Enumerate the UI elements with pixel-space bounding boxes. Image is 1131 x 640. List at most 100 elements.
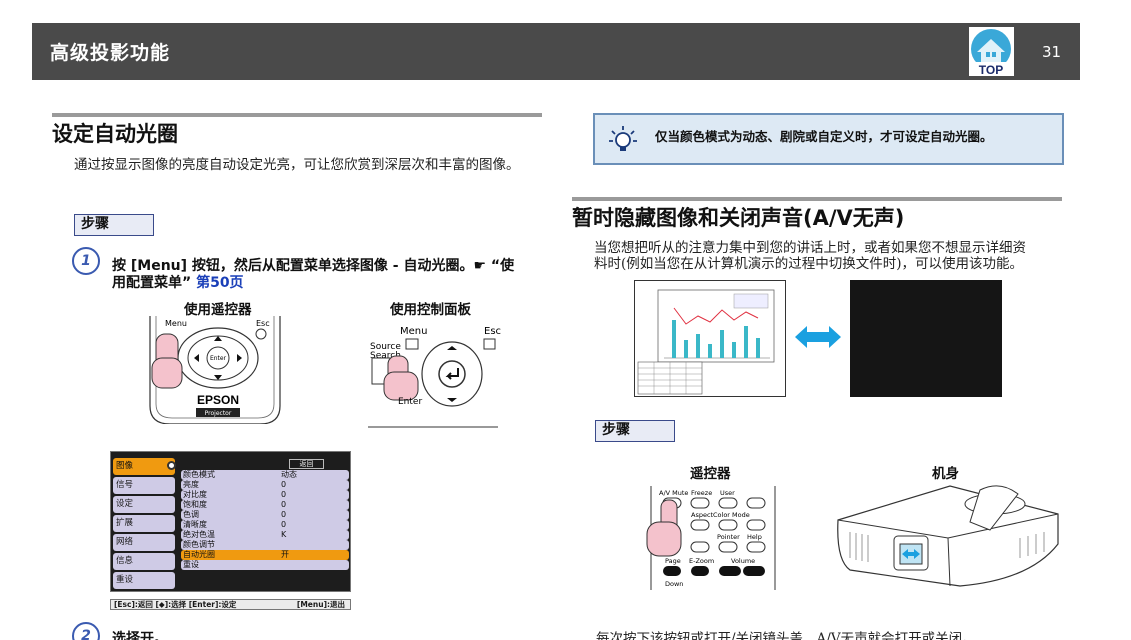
menu-tab-signal[interactable]: 信号 [113,477,175,494]
auto-iris-intro: 通过按显示图像的亮度自动设定光亮，可让您欣赏到深层次和丰富的图像。 [74,157,520,173]
page-header: 高级投影功能 TOP 31 [32,23,1080,80]
menu-row-value: K [281,530,287,539]
menu-row-label: 饱和度 [183,500,207,509]
control-panel-illustration: Menu Esc Source Search Enter [368,326,501,428]
panel-menu-text: Menu [400,326,427,337]
pointer-key-label: Pointer [717,533,740,541]
menu-row-label: 颜色调节 [183,540,215,549]
top-label: TOP [979,63,1003,76]
menu-row-label: 颜色模式 [183,470,215,479]
panel-enter-text: Enter [398,397,422,407]
menu-tab-network[interactable]: 网络 [113,534,175,551]
menu-footer-exit: [Menu]:退出 [296,600,345,609]
menu-row[interactable]: 色调 0 [181,510,349,520]
note-text: 仅当颜色模式为动态、剧院或自定义时，才可设定自动光圈。 [655,129,993,144]
menu-return-button[interactable]: 返回 [289,459,324,469]
menu-footer: [Esc]:返回 [◆]:选择 [Enter]:设定 [Menu]:退出 [110,599,351,610]
menu-row-value: 0 [281,490,287,499]
menu-row-label: 重设 [183,560,199,569]
section-title: 高级投影功能 [50,42,171,64]
menu-row-label: 对比度 [183,490,207,499]
panel-esc-text: Esc [484,326,501,337]
menu-row-label: 自动光圈 [183,550,215,559]
menu-row-label: 色调 [183,510,199,519]
menu-tab-label: 网络 [116,537,134,547]
menu-row-value: 0 [281,520,287,529]
menu-tab-image[interactable]: 图像 [113,458,175,475]
steps-label: 步骤 [74,214,154,236]
menu-tab-settings[interactable]: 设定 [113,496,175,513]
steps-label: 步骤 [595,420,675,442]
freeze-key-label: Freeze [691,489,712,497]
remote-esc-text: Esc [256,319,270,328]
projector-model: Projector [205,410,232,417]
remote-label: 遥控器 [690,466,731,482]
menu-row[interactable]: 颜色调节 [181,540,349,550]
menu-tab-label: 图像 [116,461,134,471]
menu-tab-label: 信号 [116,480,134,490]
double-arrow-icon [795,326,841,348]
home-icon: TOP [969,29,1014,76]
av-mute-heading: 暂时隐藏图像和关闭声音(A/V无声) [572,206,905,230]
menu-tab-label: 设定 [116,499,134,509]
configuration-menu: 图像 信号 设定 扩展 网络 信息 重设 返回 颜色模式 动态 亮度 0 对比度 0 饱和度… [110,451,351,592]
down-key-label: Down [665,580,683,588]
blank-screen [850,280,1002,397]
presentation-slide-illustration [634,280,786,397]
page-key-label: Page [665,557,681,565]
av-mute-intro-line2: 料时(例如当您在从计算机演示的过程中切换文件时)，可以使用该功能。 [594,256,1024,272]
page-number: 31 [1042,43,1062,61]
menu-row[interactable]: 饱和度 0 [181,500,349,510]
av-mute-intro-line1: 当您想把听从的注意力集中到您的讲话上时，或者如果您不想显示详细资 [594,240,1026,256]
remote-enter-text: Enter [210,355,227,362]
step-1-number: 1 [72,247,100,275]
step-1-ref: 用配置菜单” [112,275,192,291]
menu-settings-list: 颜色模式 动态 亮度 0 对比度 0 饱和度 0 色调 0 清晰度 0 绝对色温 K 颜色调节 自动光圈 开重设 [181,470,349,570]
help-key-label: Help [747,533,762,541]
colormode-key-label: Color Mode [713,511,750,519]
menu-row[interactable]: 亮度 0 [181,480,349,490]
section-divider [52,113,542,117]
epson-brand: EPSON [197,393,239,407]
menu-row-value: 0 [281,480,287,489]
menu-tab-info[interactable]: 信息 [113,553,175,570]
menu-row[interactable]: 颜色模式 动态 [181,470,349,480]
menu-row-label: 亮度 [183,480,199,489]
projector-illustration [837,485,1059,587]
menu-row[interactable]: 绝对色温 K [181,530,349,540]
menu-row-value: 0 [281,510,287,519]
menu-row[interactable]: 对比度 0 [181,490,349,500]
av-mute-intro: 当您想把听从的注意力集中到您的讲话上时，或者如果您不想显示详细资 料时(例如当您… [594,240,1064,272]
avmute-key-label: A/V Mute [659,489,688,497]
top-button[interactable]: TOP [969,27,1014,76]
menu-sidebar: 图像 信号 设定 扩展 网络 信息 重设 [113,458,175,591]
page-link[interactable]: 第50页 [196,275,243,291]
menu-row-label: 绝对色温 [183,530,215,539]
menu-tab-extended[interactable]: 扩展 [113,515,175,532]
menu-row[interactable]: 重设 [181,560,349,570]
menu-row-value: 0 [281,500,287,509]
user-key-label: User [720,489,735,497]
projector-body-label: 机身 [932,466,959,482]
menu-row[interactable]: 自动光圈 开 [181,550,349,560]
menu-tab-label: 信息 [116,556,134,566]
lightbulb-icon [609,126,637,151]
ezoom-key-label: E-Zoom [689,557,714,565]
menu-footer-help: [Esc]:返回 [◆]:选择 [Enter]:设定 [114,600,237,609]
menu-tab-reset[interactable]: 重设 [113,572,175,589]
step-1-line1: 按 [Menu] 按钮，然后从配置菜单选择图像 - 自动光圈。☛ “使 [112,258,515,274]
control-panel-label: 使用控制面板 [390,302,471,318]
menu-row-value: 开 [281,550,289,559]
menu-row-value: 动态 [281,470,297,479]
volume-key-label: Volume [731,557,755,565]
section-divider [572,197,1062,201]
step-1-text: 按 [Menu] 按钮，然后从配置菜单选择图像 - 自动光圈。☛ “使 用配置菜… [112,258,542,292]
remote-menu-text: Menu [165,319,187,328]
menu-row[interactable]: 清晰度 0 [181,520,349,530]
remote-control-label: 使用遥控器 [184,302,252,318]
menu-tab-label: 扩展 [116,518,134,528]
remote-keypad-illustration: A/V Mute Freeze User Aspect Color Mode P… [646,486,776,590]
step-2-text: 选择开。 [112,631,168,640]
av-mute-toggle-note: 每次按下该按钮或打开/关闭镜头盖，A/V无声就会打开或关闭。 [596,631,976,640]
menu-tab-label: 重设 [116,575,134,585]
